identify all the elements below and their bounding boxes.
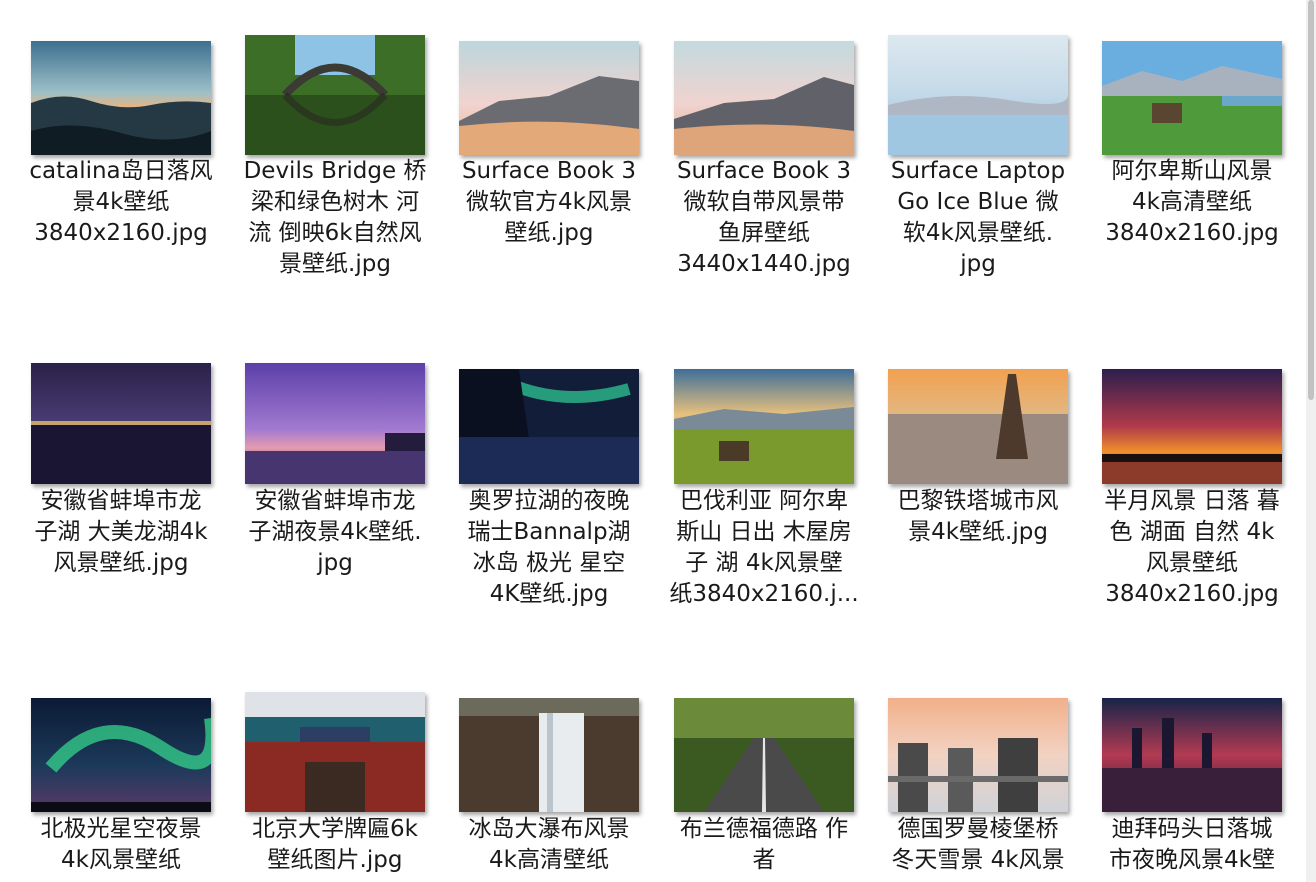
file-name: 德国罗曼棱堡桥 冬天雪景 4k风景	[891, 816, 1065, 873]
thumbnail-surface-book-3-ultrawide[interactable]	[674, 41, 854, 155]
thumbnail-surface-book-3-official[interactable]	[459, 41, 639, 155]
file-name: 巴黎铁塔城市风 景4k壁纸.jpg	[897, 488, 1059, 545]
file-name: 半月风景 日落 暮色 湖面 自然 4k 风景壁纸 3840x2160.jpg	[1104, 488, 1280, 607]
file-name: 安徽省蚌埠市龙 子湖 大美龙湖4k 风景壁纸.jpg	[34, 488, 208, 576]
thumbnail-eiffel-tower-city[interactable]	[888, 369, 1068, 484]
file-name: 奥罗拉湖的夜晚 瑞士Bannalp湖 冰岛 极光 星空 4K壁纸.jpg	[467, 488, 631, 607]
file-name: 阿尔卑斯山风景 4k高清壁纸 3840x2160.jpg	[1105, 158, 1279, 246]
thumbnail-longzi-lake-night[interactable]	[31, 363, 211, 484]
file-name: 巴伐利亚 阿尔卑 斯山 日出 木屋房子 湖 4k风景壁 纸3840x2160.j..…	[669, 488, 859, 607]
thumbnail-dubai-marina-night[interactable]	[1102, 698, 1282, 812]
thumbnail-longzi-lake-dusk[interactable]	[245, 363, 425, 484]
file-name: Devils Bridge 桥梁和绿色树木 河流 倒映6k自然风 景壁纸.jpg	[243, 158, 427, 277]
thumbnail-bastei-bridge-winter[interactable]	[888, 698, 1068, 812]
file-name: 北京大学牌匾6k 壁纸图片.jpg	[252, 816, 418, 873]
file-name: 布兰德福德路 作者	[679, 816, 849, 873]
file-grid: catalina岛日落风 景4k壁纸 3840x2160.jpg Devils Br…	[0, 0, 1306, 882]
thumbnail-surface-laptop-go-ice-blue[interactable]	[888, 35, 1068, 155]
vertical-scrollbar[interactable]	[1306, 0, 1316, 882]
thumbnail-half-moon-sunset[interactable]	[1102, 369, 1282, 484]
thumbnail-blandford-road[interactable]	[674, 698, 854, 812]
thumbnail-aurora-starry-night[interactable]	[31, 698, 211, 812]
file-name: Surface Book 3 微软官方4k风景 壁纸.jpg	[461, 158, 637, 246]
thumbnail-catalina-sunset[interactable]	[31, 41, 211, 155]
file-name: 冰岛大瀑布风景 4k高清壁纸	[468, 816, 630, 873]
thumbnail-bannalp-lake-aurora[interactable]	[459, 369, 639, 484]
file-name: 安徽省蚌埠市龙 子湖夜景4k壁纸. jpg	[248, 488, 422, 576]
file-name: Surface Laptop Go Ice Blue 微软4k风景壁纸. jpg	[890, 158, 1066, 277]
scrollbar-thumb[interactable]	[1308, 0, 1314, 400]
file-name: catalina岛日落风 景4k壁纸 3840x2160.jpg	[29, 158, 213, 246]
file-name: Surface Book 3 微软自带风景带 鱼屏壁纸 3440x1440.jpg	[676, 158, 852, 277]
thumbnail-bavaria-sunrise[interactable]	[674, 369, 854, 484]
thumbnail-iceland-waterfall[interactable]	[459, 698, 639, 812]
thumbnail-alps[interactable]	[1102, 41, 1282, 155]
file-name: 迪拜码头日落城 市夜晚风景4k壁	[1109, 816, 1275, 873]
thumbnail-devils-bridge[interactable]	[245, 35, 425, 155]
file-name: 北极光星空夜景 4k风景壁纸	[40, 816, 202, 873]
thumbnail-peking-university-gate[interactable]	[245, 692, 425, 812]
